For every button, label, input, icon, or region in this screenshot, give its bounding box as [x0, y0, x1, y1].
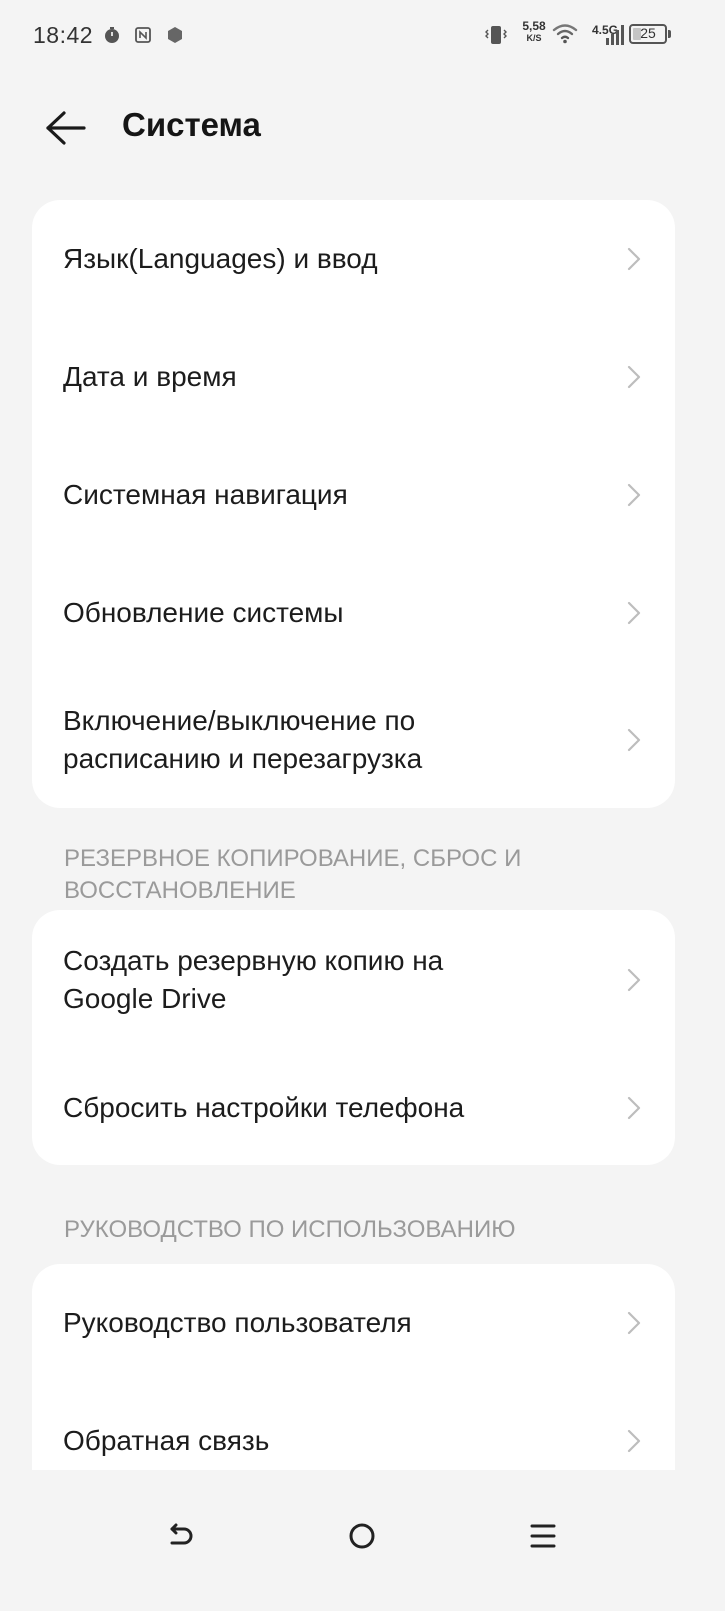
row-label: Обратная связь	[63, 1425, 270, 1456]
vibrate-icon	[484, 24, 508, 51]
row-date-time[interactable]: Дата и время	[32, 318, 675, 436]
row-user-manual[interactable]: Руководство пользователя	[32, 1264, 675, 1382]
timer-icon	[103, 26, 121, 49]
status-bar: 18:42 5,58 K/S 4.5G 25	[0, 0, 725, 72]
row-scheduled-power[interactable]: Включение/выключение по расписанию и пер…	[32, 672, 675, 808]
row-system-update[interactable]: Обновление системы	[32, 554, 675, 672]
settings-card-system: Язык(Languages) и ввод Дата и время Сист…	[32, 200, 675, 808]
chevron-right-icon	[627, 968, 641, 992]
page-title: Система	[122, 106, 261, 143]
row-label: Включение/выключение по расписанию и пер…	[63, 705, 423, 774]
chevron-right-icon	[627, 601, 641, 625]
network-speed-value: 5,58	[522, 19, 546, 33]
chevron-right-icon	[627, 728, 641, 752]
section-header-backup: РЕЗЕРВНОЕ КОПИРОВАНИЕ, СБРОС И ВОССТАНОВ…	[64, 845, 522, 904]
row-reset-phone[interactable]: Сбросить настройки телефона	[32, 1050, 675, 1165]
chevron-right-icon	[627, 1429, 641, 1453]
signal-icon	[605, 24, 625, 51]
nfc-icon	[135, 26, 151, 49]
hexagon-app-icon	[166, 26, 184, 49]
status-time: 18:42	[33, 22, 94, 48]
nav-back-button[interactable]	[150, 1506, 210, 1566]
row-label: Руководство пользователя	[63, 1307, 412, 1338]
chevron-right-icon	[627, 483, 641, 507]
wifi-icon	[552, 22, 578, 49]
row-label: Сбросить настройки телефона	[63, 1091, 465, 1123]
row-label: Создать резервную копию на Google Drive	[63, 945, 444, 1014]
chevron-right-icon	[627, 365, 641, 389]
network-speed: 5,58 K/S	[516, 20, 552, 43]
nav-back-icon	[170, 1523, 193, 1545]
row-label: Дата и время	[63, 361, 237, 392]
arrow-left-icon	[46, 111, 86, 145]
chevron-right-icon	[627, 1096, 641, 1119]
nav-recents-button[interactable]	[513, 1506, 573, 1566]
row-label: Системная навигация	[63, 479, 348, 510]
app-header: Система	[0, 90, 725, 166]
row-system-navigation[interactable]: Системная навигация	[32, 436, 675, 554]
battery-tip	[668, 30, 671, 38]
battery-level: 25	[640, 25, 656, 41]
back-button[interactable]	[36, 100, 96, 156]
row-language-input[interactable]: Язык(Languages) и ввод	[32, 200, 675, 318]
nav-home-button[interactable]	[332, 1506, 392, 1566]
nav-recents-icon	[530, 1524, 556, 1548]
section-header-user-guide: РУКОВОДСТВО ПО ИСПОЛЬЗОВАНИЮ	[64, 1216, 516, 1243]
settings-card-backup: Создать резервную копию на Google Drive …	[32, 910, 675, 1165]
chevron-right-icon	[627, 1311, 641, 1335]
network-speed-unit: K/S	[526, 33, 542, 43]
nav-home-icon	[349, 1523, 375, 1549]
row-label: Язык(Languages) и ввод	[63, 243, 378, 274]
row-backup-google-drive[interactable]: Создать резервную копию на Google Drive	[32, 910, 675, 1050]
row-label: Обновление системы	[63, 597, 344, 628]
chevron-right-icon	[627, 247, 641, 271]
system-navigation-bar	[0, 1470, 725, 1611]
battery-icon: 25	[629, 24, 667, 44]
